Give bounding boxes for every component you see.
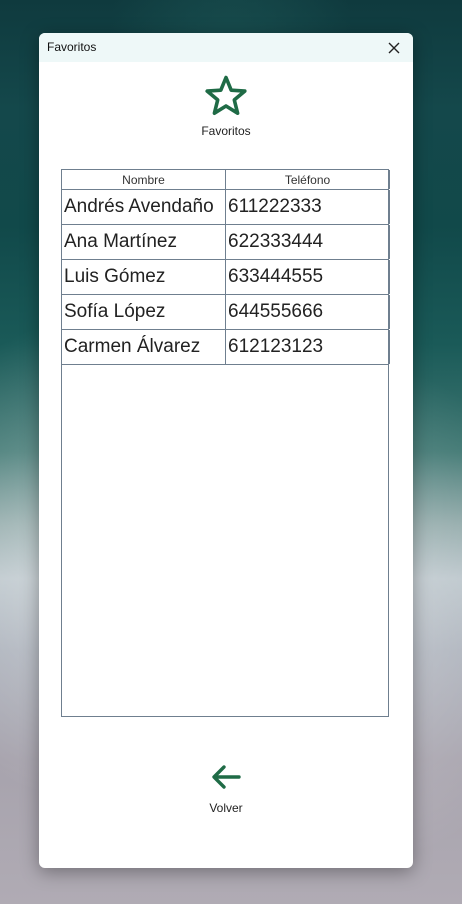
table-header: Nombre Teléfono	[62, 170, 390, 190]
cell-telefono: 611222333	[226, 190, 390, 224]
close-icon	[388, 42, 400, 53]
cell-nombre: Luis Gómez	[62, 260, 226, 294]
title-bar: Favoritos	[39, 33, 413, 62]
table-row[interactable]: Ana Martínez 622333444	[62, 225, 390, 260]
cell-telefono: 644555666	[226, 295, 390, 329]
cell-telefono: 633444555	[226, 260, 390, 294]
cell-nombre: Ana Martínez	[62, 225, 226, 259]
cell-telefono: 622333444	[226, 225, 390, 259]
table-row[interactable]: Carmen Álvarez 612123123	[62, 330, 390, 365]
header-label: Favoritos	[201, 124, 251, 138]
cell-nombre: Carmen Álvarez	[62, 330, 226, 364]
favorites-window: Favoritos Favoritos Nombre Teléfono Andr…	[39, 33, 413, 868]
favorites-header: Favoritos	[39, 62, 413, 146]
favorites-table: Nombre Teléfono Andrés Avendaño 61122233…	[61, 169, 390, 717]
table-row[interactable]: Luis Gómez 633444555	[62, 260, 390, 295]
back-label: Volver	[209, 801, 243, 815]
footer: Volver	[39, 757, 413, 815]
cell-telefono: 612123123	[226, 330, 390, 364]
column-header-nombre[interactable]: Nombre	[62, 170, 226, 189]
close-button[interactable]	[383, 37, 405, 59]
arrow-left-icon	[212, 765, 241, 789]
back-button[interactable]	[206, 757, 246, 797]
table-row[interactable]: Sofía López 644555666	[62, 295, 390, 330]
window-title: Favoritos	[47, 40, 97, 54]
cell-nombre: Andrés Avendaño	[62, 190, 226, 224]
table-row[interactable]: Andrés Avendaño 611222333	[62, 190, 390, 225]
star-outline-icon	[205, 75, 247, 115]
cell-nombre: Sofía López	[62, 295, 226, 329]
column-header-telefono[interactable]: Teléfono	[226, 170, 390, 189]
